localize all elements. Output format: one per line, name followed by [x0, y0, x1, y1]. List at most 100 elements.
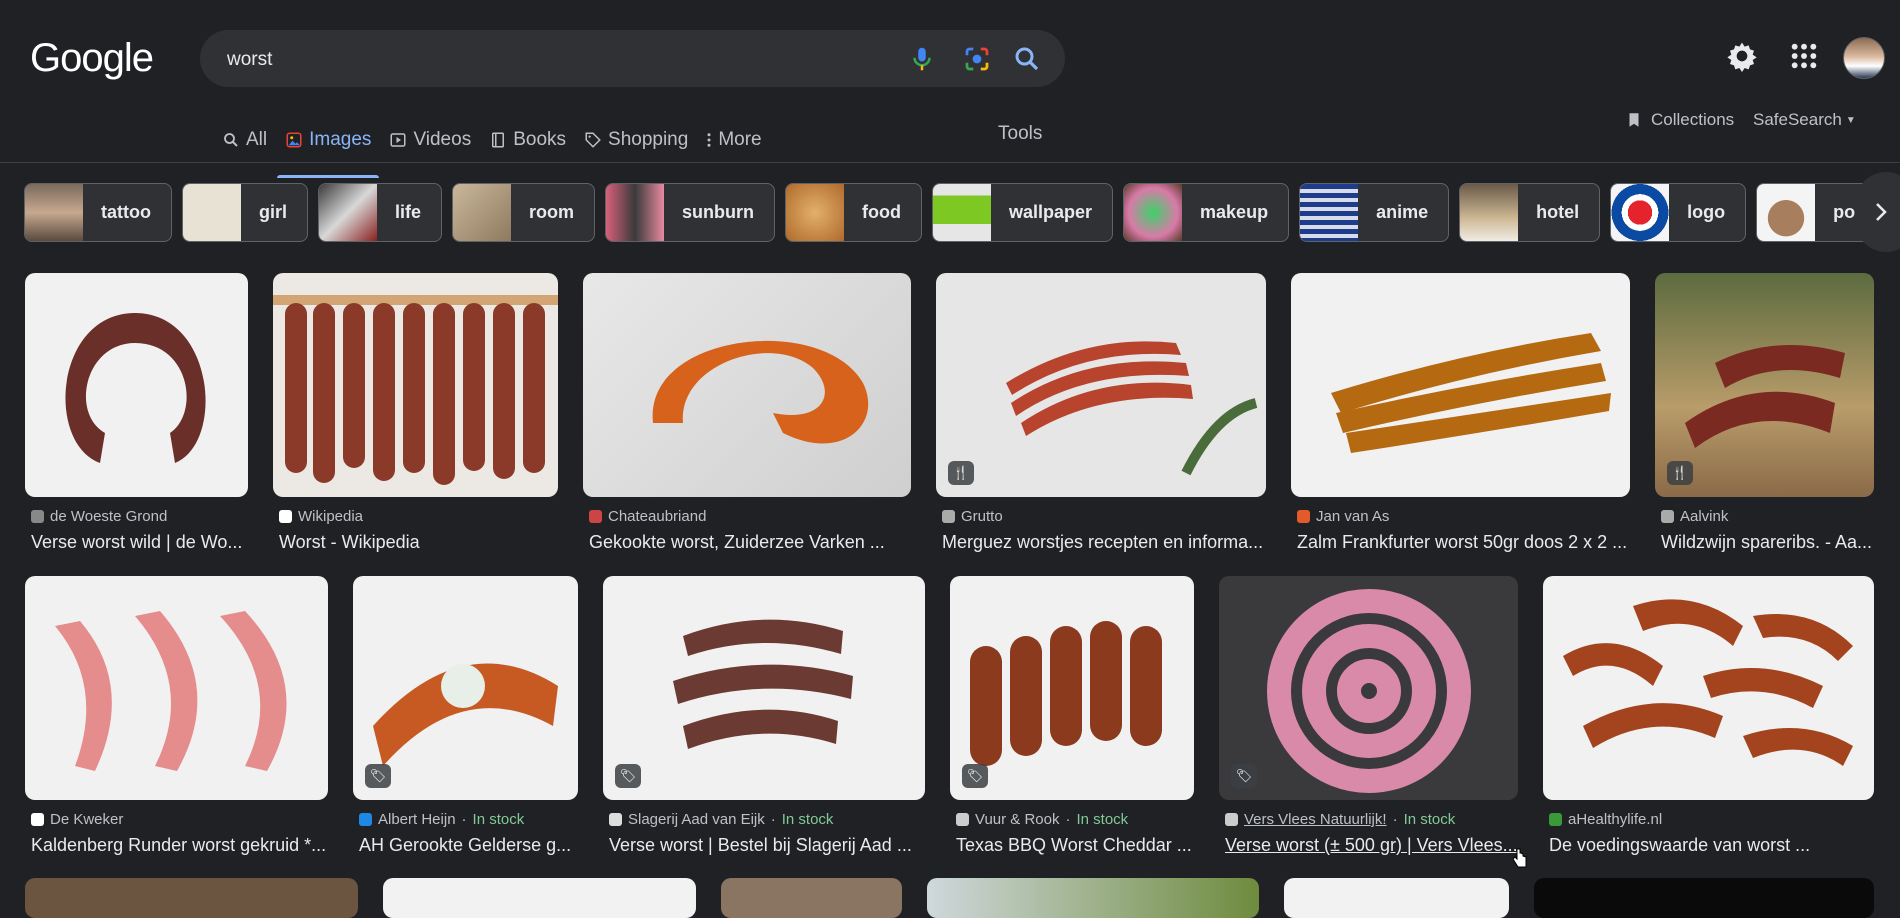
chip-sunburn[interactable]: sunburn — [605, 183, 776, 242]
result-source: Grutto — [961, 508, 1003, 525]
result-title[interactable]: Wildzwijn spareribs. - Aa... — [1661, 532, 1874, 553]
tab-images[interactable]: Images — [277, 120, 380, 178]
search-box[interactable] — [200, 30, 1065, 89]
result-image[interactable]: 🍴 — [936, 273, 1266, 497]
image-result[interactable]: 🏷 Slagerij Aad van Eijk · In stock Verse… — [603, 576, 925, 856]
tab-shopping[interactable]: Shopping — [584, 120, 688, 160]
image-result[interactable] — [383, 878, 696, 918]
search-icon[interactable] — [1012, 44, 1042, 74]
mouse-pointer-hand-icon — [1513, 848, 1527, 868]
tab-books[interactable]: Books — [489, 120, 566, 160]
result-image[interactable] — [583, 273, 911, 497]
stock-status: In stock — [1403, 811, 1456, 828]
chip-tattoo[interactable]: tattoo — [24, 183, 172, 242]
result-title[interactable]: Kaldenberg Runder worst gekruid *... — [31, 835, 328, 856]
result-image[interactable] — [1543, 576, 1874, 800]
stock-status: In stock — [781, 811, 834, 828]
chip-anime[interactable]: anime — [1299, 183, 1450, 242]
tab-all[interactable]: All — [222, 120, 267, 160]
result-image[interactable] — [25, 878, 358, 918]
tab-label: All — [246, 129, 268, 150]
more-vert-icon — [707, 133, 711, 147]
result-image[interactable]: 🏷 — [353, 576, 578, 800]
result-image[interactable]: 🏷 — [950, 576, 1194, 800]
result-image[interactable] — [1534, 878, 1874, 918]
image-result[interactable] — [25, 878, 358, 918]
image-result[interactable]: 🍴 Grutto Merguez worstjes recepten en in… — [936, 273, 1266, 553]
image-result[interactable] — [721, 878, 902, 918]
image-result[interactable]: de Woeste Grond Verse worst wild | de Wo… — [25, 273, 248, 553]
header-divider — [0, 162, 1900, 163]
chip-label: logo — [1687, 202, 1726, 222]
chip-room[interactable]: room — [452, 183, 596, 242]
image-result[interactable]: 🍴 Aalvink Wildzwijn spareribs. - Aa... — [1655, 273, 1874, 553]
image-result[interactable] — [927, 878, 1259, 918]
safesearch-button[interactable]: SafeSearch ▼ — [1753, 110, 1856, 130]
result-title[interactable]: Verse worst (± 500 gr) | Vers Vlees... — [1225, 835, 1518, 856]
tools-button[interactable]: Tools — [998, 123, 1042, 145]
result-source: Albert Heijn — [378, 811, 456, 828]
chip-thumbnail — [1460, 184, 1519, 241]
recipe-badge-icon: 🍴 — [1667, 461, 1693, 485]
result-title[interactable]: Texas BBQ Worst Cheddar ... — [956, 835, 1194, 856]
image-result[interactable]: 🏷 Vers Vlees Natuurlijk! · In stock Vers… — [1219, 576, 1518, 856]
result-image[interactable]: 🍴 — [1655, 273, 1874, 497]
image-result[interactable]: 🏷 Albert Heijn · In stock AH Gerookte Ge… — [353, 576, 578, 856]
chip-thumbnail — [319, 184, 377, 241]
result-image[interactable] — [927, 878, 1259, 918]
result-title[interactable]: De voedingswaarde van worst ... — [1549, 835, 1874, 856]
collections-button[interactable]: Collections — [1625, 110, 1734, 130]
result-image[interactable] — [721, 878, 902, 918]
image-result[interactable]: aHealthylife.nl De voedingswaarde van wo… — [1543, 576, 1874, 856]
result-image[interactable] — [273, 273, 558, 497]
chip-makeup[interactable]: makeup — [1123, 183, 1290, 242]
settings-gear-icon[interactable] — [1726, 40, 1758, 72]
result-image[interactable]: 🏷 — [1219, 576, 1518, 800]
tab-videos[interactable]: Videos — [389, 120, 471, 160]
chips-next-button[interactable] — [1856, 172, 1900, 252]
chip-life[interactable]: life — [318, 183, 443, 242]
chip-food[interactable]: food — [785, 183, 922, 242]
result-image[interactable] — [25, 576, 328, 800]
favicon — [1297, 510, 1310, 523]
chip-hotel[interactable]: hotel — [1459, 183, 1601, 242]
image-result[interactable]: Wikipedia Worst - Wikipedia — [273, 273, 558, 553]
tab-more[interactable]: More — [706, 120, 762, 160]
image-result[interactable] — [1284, 878, 1509, 918]
search-input[interactable] — [225, 30, 849, 89]
result-source: Aalvink — [1680, 508, 1729, 525]
result-title[interactable]: Verse worst | Bestel bij Slagerij Aad ..… — [609, 835, 925, 856]
image-result[interactable]: Jan van As Zalm Frankfurter worst 50gr d… — [1291, 273, 1630, 553]
result-title[interactable]: Worst - Wikipedia — [279, 532, 558, 553]
result-image[interactable] — [25, 273, 248, 497]
chip-thumbnail — [1757, 184, 1816, 241]
favicon — [279, 510, 292, 523]
apps-grid-icon[interactable] — [1788, 40, 1820, 72]
result-title[interactable]: AH Gerookte Gelderse g... — [359, 835, 578, 856]
account-avatar[interactable] — [1843, 37, 1885, 79]
result-image[interactable] — [383, 878, 696, 918]
result-image[interactable]: 🏷 — [603, 576, 925, 800]
chip-thumbnail — [933, 184, 991, 241]
lens-camera-icon[interactable] — [962, 44, 992, 74]
image-result[interactable]: De Kweker Kaldenberg Runder worst gekrui… — [25, 576, 328, 856]
google-logo[interactable]: Google — [30, 36, 154, 81]
image-result[interactable]: 🏷 Vuur & Rook · In stock Texas BBQ Worst… — [950, 576, 1194, 856]
chip-logo[interactable]: logo — [1610, 183, 1747, 242]
image-result[interactable]: Chateaubriand Gekookte worst, Zuiderzee … — [583, 273, 911, 553]
favicon — [956, 813, 969, 826]
chip-girl[interactable]: girl — [181, 183, 308, 242]
search-tabs: All Images Videos Books Shopping More — [222, 120, 780, 178]
result-title[interactable]: Gekookte worst, Zuiderzee Varken ... — [589, 532, 911, 553]
microphone-icon[interactable] — [907, 44, 937, 74]
favicon — [31, 510, 44, 523]
result-title[interactable]: Zalm Frankfurter worst 50gr doos 2 x 2 .… — [1297, 532, 1630, 553]
chip-wallpaper[interactable]: wallpaper — [932, 183, 1114, 242]
favicon — [1225, 813, 1238, 826]
result-title[interactable]: Verse worst wild | de Wo... — [31, 532, 248, 553]
image-result[interactable] — [1534, 878, 1874, 918]
result-title[interactable]: Merguez worstjes recepten en informa... — [942, 532, 1266, 553]
result-image[interactable] — [1291, 273, 1630, 497]
result-image[interactable] — [1284, 878, 1509, 918]
search-icon — [224, 133, 238, 147]
